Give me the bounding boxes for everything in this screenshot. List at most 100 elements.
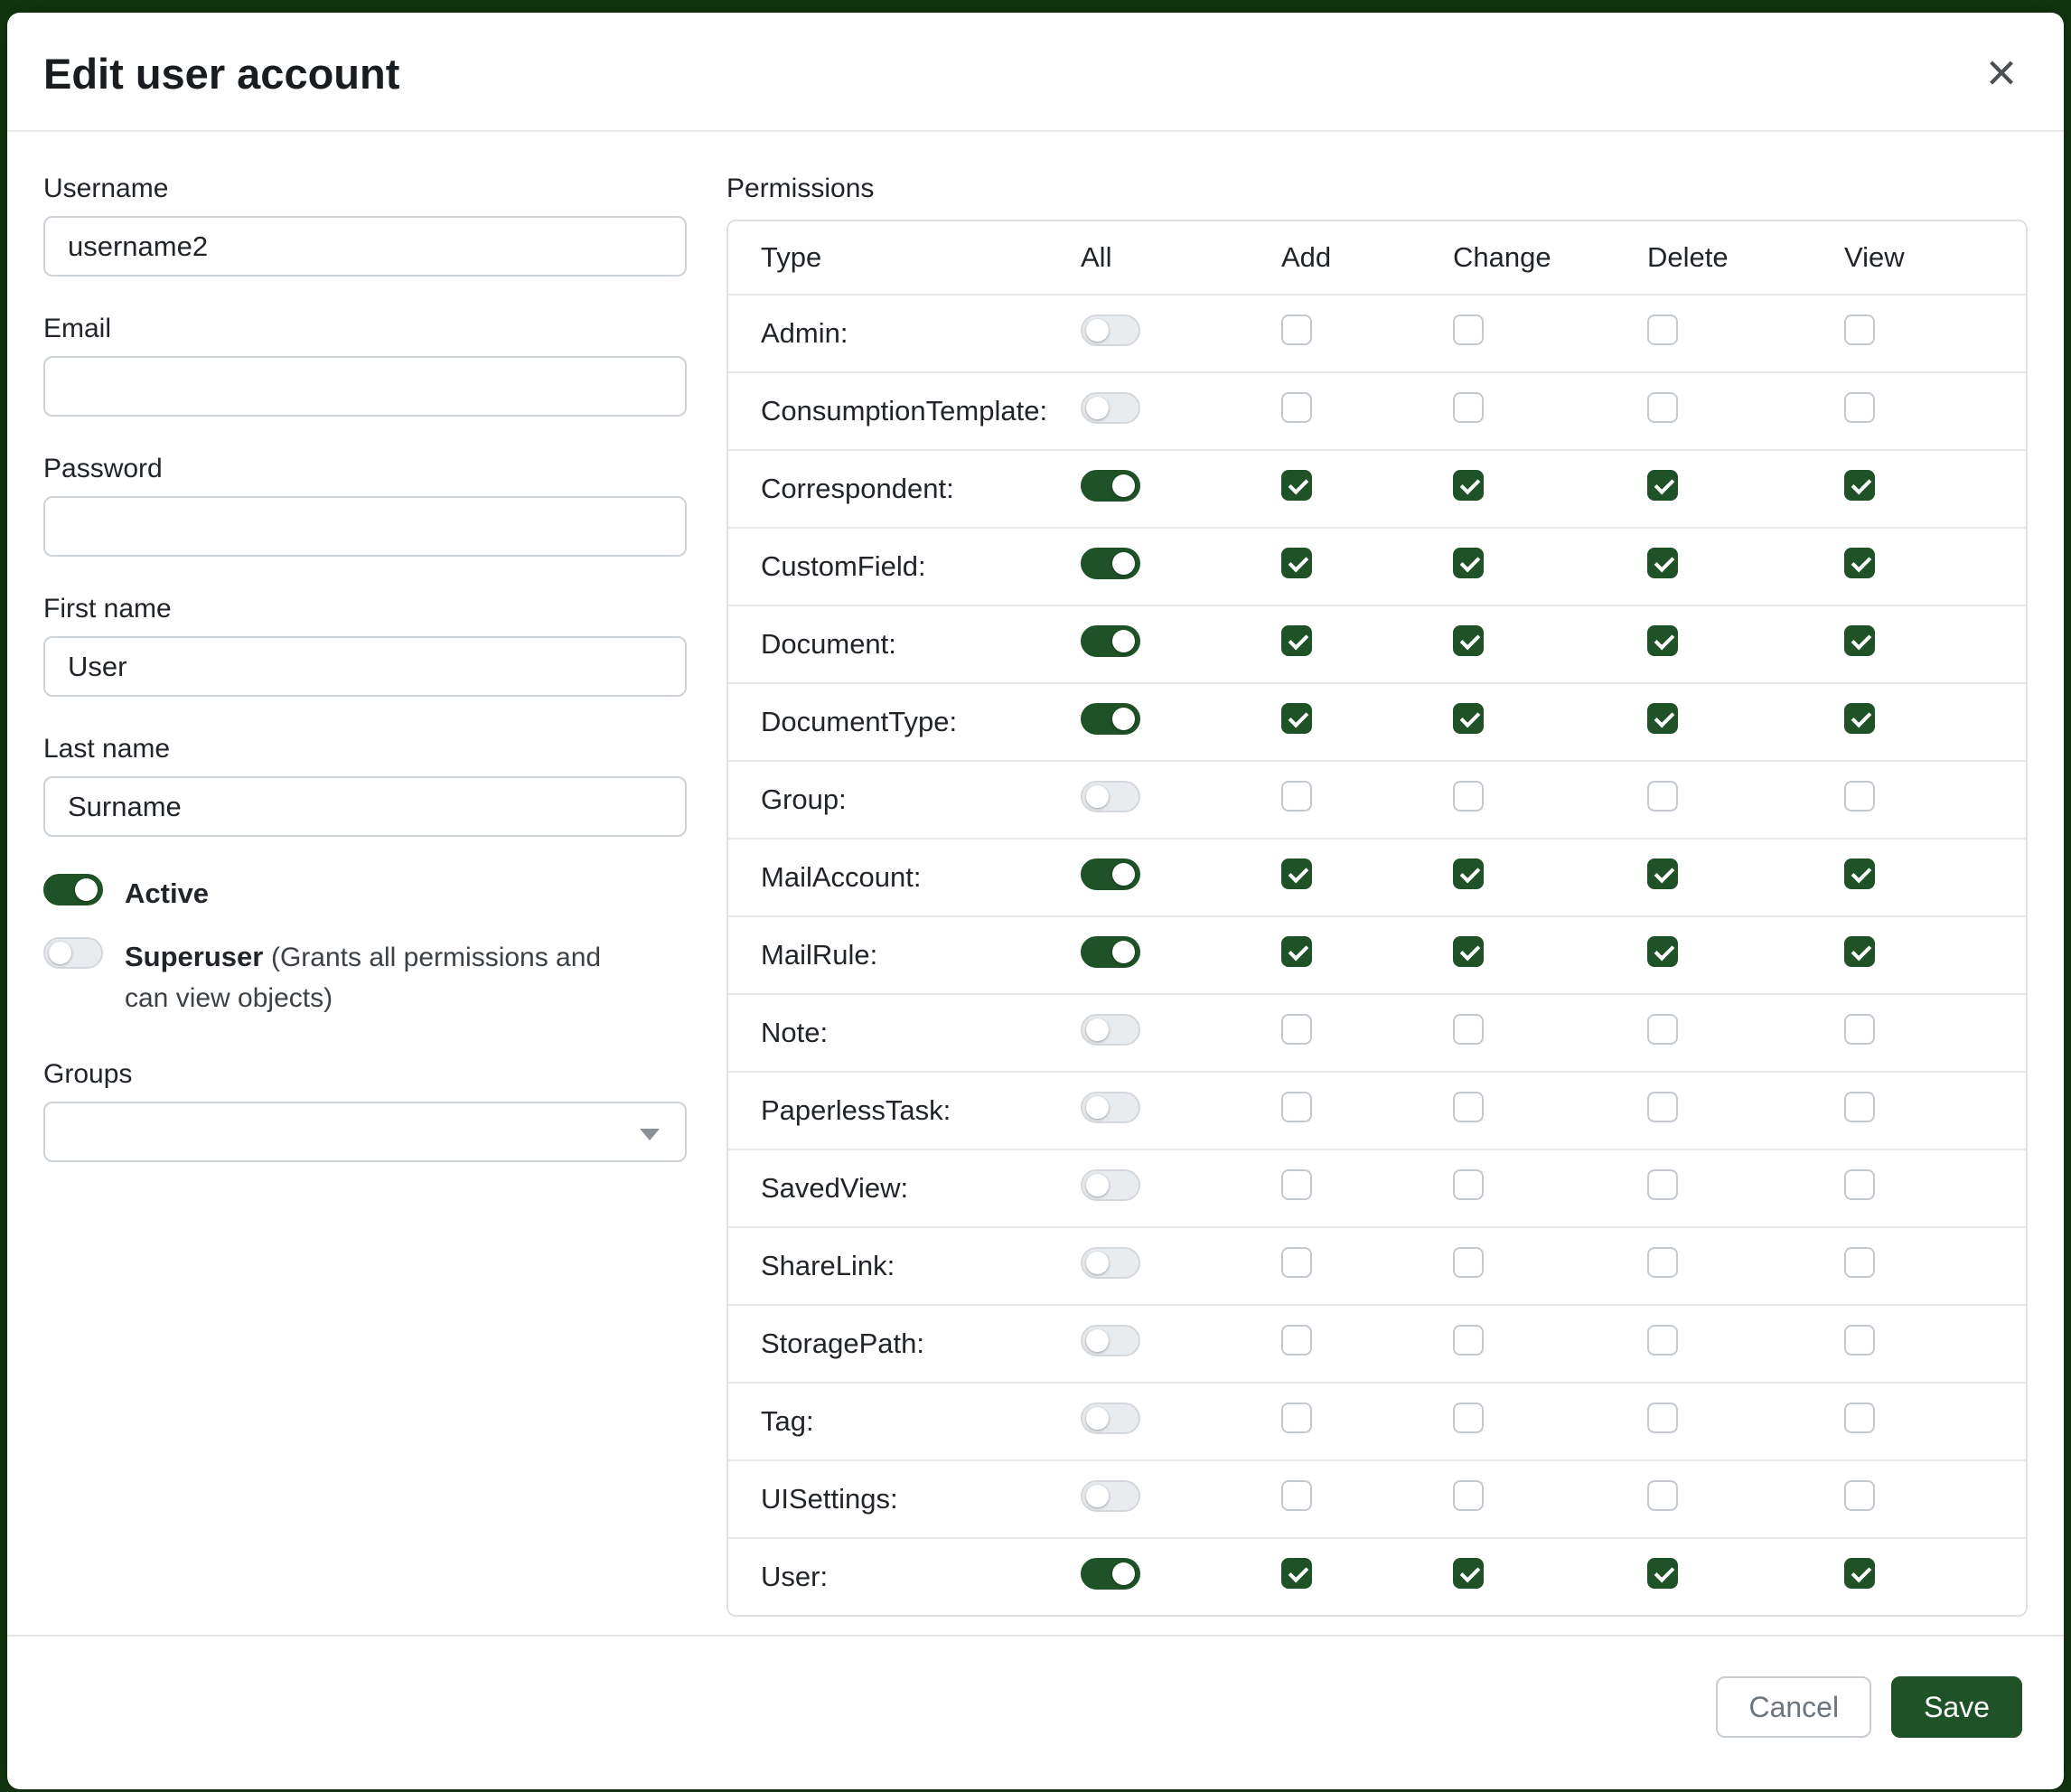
toggle-knob <box>1112 863 1135 886</box>
permission-add-checkbox[interactable] <box>1281 1014 1312 1045</box>
permission-delete-checkbox[interactable] <box>1647 781 1678 812</box>
permission-delete-checkbox[interactable] <box>1647 703 1678 734</box>
permission-change-checkbox[interactable] <box>1453 1480 1484 1511</box>
superuser-toggle[interactable] <box>43 937 103 969</box>
permission-delete-checkbox[interactable] <box>1647 625 1678 656</box>
password-input[interactable] <box>43 496 687 557</box>
permission-change-checkbox[interactable] <box>1453 470 1484 501</box>
permission-delete-checkbox[interactable] <box>1647 314 1678 345</box>
toggle-knob <box>1086 319 1109 342</box>
permission-view-checkbox[interactable] <box>1844 1014 1875 1045</box>
first-name-input[interactable] <box>43 636 687 697</box>
permission-change-checkbox[interactable] <box>1453 1403 1484 1433</box>
permission-all-toggle[interactable] <box>1081 470 1140 502</box>
permission-add-checkbox[interactable] <box>1281 703 1312 734</box>
permission-delete-checkbox[interactable] <box>1647 1480 1678 1511</box>
modal-header: Edit user account × <box>7 13 2064 132</box>
permission-add-checkbox[interactable] <box>1281 936 1312 967</box>
permission-all-toggle[interactable] <box>1081 548 1140 579</box>
permission-view-checkbox[interactable] <box>1844 936 1875 967</box>
permission-view-checkbox[interactable] <box>1844 314 1875 345</box>
close-icon[interactable]: × <box>1981 47 2022 99</box>
permission-delete-checkbox[interactable] <box>1647 936 1678 967</box>
active-toggle[interactable] <box>43 874 103 905</box>
permission-view-checkbox[interactable] <box>1844 1403 1875 1433</box>
groups-select[interactable] <box>43 1102 687 1162</box>
permission-view-checkbox[interactable] <box>1844 703 1875 734</box>
permission-all-toggle[interactable] <box>1081 625 1140 657</box>
permission-add-checkbox[interactable] <box>1281 1480 1312 1511</box>
permission-change-checkbox[interactable] <box>1453 548 1484 578</box>
permission-delete-checkbox[interactable] <box>1647 1403 1678 1433</box>
permission-change-checkbox[interactable] <box>1453 1558 1484 1589</box>
permission-all-toggle[interactable] <box>1081 1480 1140 1512</box>
permission-delete-checkbox[interactable] <box>1647 1169 1678 1200</box>
permission-all-toggle[interactable] <box>1081 1403 1140 1434</box>
permission-view-checkbox[interactable] <box>1844 1247 1875 1278</box>
permission-add-checkbox[interactable] <box>1281 1325 1312 1356</box>
permission-view-checkbox[interactable] <box>1844 1480 1875 1511</box>
permission-delete-checkbox[interactable] <box>1647 1325 1678 1356</box>
permission-view-checkbox[interactable] <box>1844 781 1875 812</box>
permission-change-checkbox[interactable] <box>1453 1169 1484 1200</box>
permission-view-checkbox[interactable] <box>1844 392 1875 423</box>
permission-delete-checkbox[interactable] <box>1647 1558 1678 1589</box>
permission-add-checkbox[interactable] <box>1281 781 1312 812</box>
cancel-button[interactable]: Cancel <box>1716 1676 1871 1738</box>
email-input[interactable] <box>43 356 687 417</box>
permission-delete-checkbox[interactable] <box>1647 1014 1678 1045</box>
permission-change-checkbox[interactable] <box>1453 781 1484 812</box>
permission-all-toggle[interactable] <box>1081 392 1140 424</box>
permission-change-checkbox[interactable] <box>1453 1092 1484 1122</box>
permission-add-checkbox[interactable] <box>1281 548 1312 578</box>
permission-all-toggle[interactable] <box>1081 936 1140 968</box>
permission-all-toggle[interactable] <box>1081 703 1140 735</box>
permission-view-checkbox[interactable] <box>1844 1092 1875 1122</box>
permission-add-checkbox[interactable] <box>1281 1247 1312 1278</box>
permission-all-toggle[interactable] <box>1081 858 1140 890</box>
permission-change-checkbox[interactable] <box>1453 392 1484 423</box>
permission-delete-checkbox[interactable] <box>1647 392 1678 423</box>
permission-change-checkbox[interactable] <box>1453 1014 1484 1045</box>
permission-change-checkbox[interactable] <box>1453 936 1484 967</box>
permission-all-toggle[interactable] <box>1081 1092 1140 1123</box>
permission-view-checkbox[interactable] <box>1844 1558 1875 1589</box>
permission-view-checkbox[interactable] <box>1844 858 1875 889</box>
permission-all-toggle[interactable] <box>1081 781 1140 812</box>
username-input[interactable] <box>43 216 687 277</box>
permission-view-checkbox[interactable] <box>1844 470 1875 501</box>
permission-change-checkbox[interactable] <box>1453 1247 1484 1278</box>
permission-add-checkbox[interactable] <box>1281 1558 1312 1589</box>
permission-all-toggle[interactable] <box>1081 1014 1140 1046</box>
permission-all-toggle[interactable] <box>1081 1558 1140 1590</box>
permission-add-checkbox[interactable] <box>1281 858 1312 889</box>
permission-change-checkbox[interactable] <box>1453 858 1484 889</box>
permission-view-checkbox[interactable] <box>1844 1325 1875 1356</box>
permission-delete-checkbox[interactable] <box>1647 1247 1678 1278</box>
last-name-input[interactable] <box>43 776 687 837</box>
permission-change-checkbox[interactable] <box>1453 314 1484 345</box>
permission-all-toggle[interactable] <box>1081 1325 1140 1356</box>
permission-delete-checkbox[interactable] <box>1647 548 1678 578</box>
permission-all-toggle[interactable] <box>1081 1169 1140 1201</box>
permission-add-checkbox[interactable] <box>1281 625 1312 656</box>
permission-view-checkbox[interactable] <box>1844 1169 1875 1200</box>
permission-all-toggle[interactable] <box>1081 1247 1140 1279</box>
column-header-delete: Delete <box>1647 241 1844 274</box>
permission-delete-checkbox[interactable] <box>1647 470 1678 501</box>
permission-add-checkbox[interactable] <box>1281 1092 1312 1122</box>
permission-all-toggle[interactable] <box>1081 314 1140 346</box>
permission-add-checkbox[interactable] <box>1281 314 1312 345</box>
permission-change-checkbox[interactable] <box>1453 703 1484 734</box>
permission-change-checkbox[interactable] <box>1453 1325 1484 1356</box>
permission-delete-checkbox[interactable] <box>1647 1092 1678 1122</box>
permission-add-checkbox[interactable] <box>1281 392 1312 423</box>
permission-add-checkbox[interactable] <box>1281 1403 1312 1433</box>
permission-add-checkbox[interactable] <box>1281 1169 1312 1200</box>
permission-change-checkbox[interactable] <box>1453 625 1484 656</box>
permission-view-checkbox[interactable] <box>1844 625 1875 656</box>
save-button[interactable]: Save <box>1891 1676 2022 1738</box>
permission-view-checkbox[interactable] <box>1844 548 1875 578</box>
permission-delete-checkbox[interactable] <box>1647 858 1678 889</box>
permission-add-checkbox[interactable] <box>1281 470 1312 501</box>
